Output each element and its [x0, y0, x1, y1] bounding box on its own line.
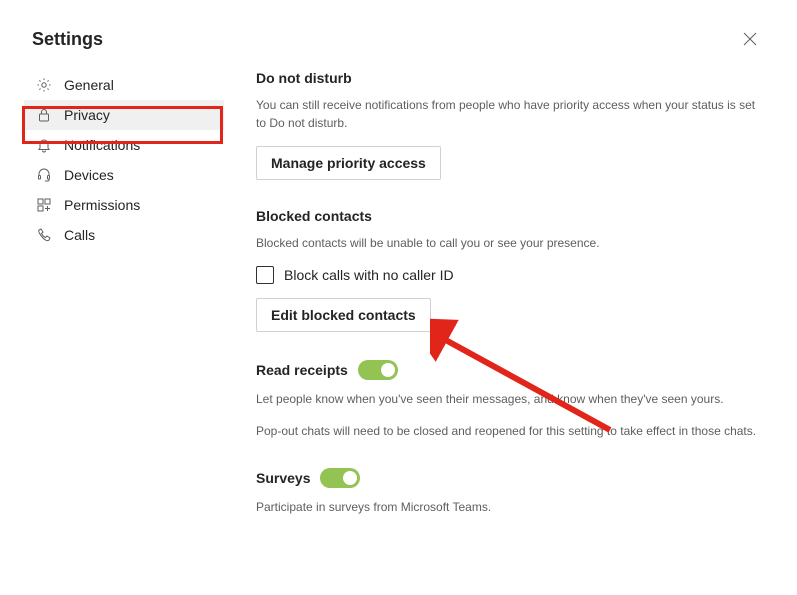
section-title-read-receipts-label: Read receipts: [256, 362, 348, 378]
section-desc-read-receipts: Let people know when you've seen their m…: [256, 390, 757, 408]
section-desc-dnd: You can still receive notifications from…: [256, 96, 757, 132]
close-button[interactable]: [735, 28, 765, 50]
sidebar-item-calls[interactable]: Calls: [24, 220, 224, 250]
lock-icon: [36, 107, 52, 123]
page-title: Settings: [32, 29, 103, 50]
section-title-dnd: Do not disturb: [256, 70, 757, 86]
sidebar-item-notifications[interactable]: Notifications: [24, 130, 224, 160]
manage-priority-button[interactable]: Manage priority access: [256, 146, 441, 180]
sidebar-item-label: Privacy: [64, 107, 110, 123]
section-dnd: Do not disturb You can still receive not…: [256, 70, 757, 180]
gear-icon: [36, 77, 52, 93]
edit-blocked-button[interactable]: Edit blocked contacts: [256, 298, 431, 332]
section-title-read-receipts: Read receipts: [256, 360, 757, 380]
section-desc2-read-receipts: Pop-out chats will need to be closed and…: [256, 422, 757, 440]
sidebar-item-label: Permissions: [64, 197, 140, 213]
section-blocked: Blocked contacts Blocked contacts will b…: [256, 208, 757, 332]
headset-icon: [36, 167, 52, 183]
section-desc-blocked: Blocked contacts will be unable to call …: [256, 234, 757, 252]
section-desc-surveys: Participate in surveys from Microsoft Te…: [256, 498, 757, 516]
header: Settings: [0, 0, 797, 70]
sidebar-item-label: Devices: [64, 167, 114, 183]
sidebar-item-label: General: [64, 77, 114, 93]
read-receipts-toggle[interactable]: [358, 360, 398, 380]
block-no-caller-id-row[interactable]: Block calls with no caller ID: [256, 266, 757, 284]
block-no-caller-id-label: Block calls with no caller ID: [284, 267, 454, 283]
section-title-surveys-label: Surveys: [256, 470, 310, 486]
sidebar-item-label: Calls: [64, 227, 95, 243]
section-title-surveys: Surveys: [256, 468, 757, 488]
content-panel: Do not disturb You can still receive not…: [224, 70, 797, 568]
section-surveys: Surveys Participate in surveys from Micr…: [256, 468, 757, 516]
sidebar-item-label: Notifications: [64, 137, 140, 153]
sidebar-item-devices[interactable]: Devices: [24, 160, 224, 190]
surveys-toggle[interactable]: [320, 468, 360, 488]
block-no-caller-id-checkbox[interactable]: [256, 266, 274, 284]
settings-body: General Privacy Notifications: [0, 70, 797, 568]
sidebar-item-permissions[interactable]: Permissions: [24, 190, 224, 220]
sidebar-item-general[interactable]: General: [24, 70, 224, 100]
apps-icon: [36, 197, 52, 213]
phone-icon: [36, 227, 52, 243]
sidebar: General Privacy Notifications: [24, 70, 224, 568]
bell-icon: [36, 137, 52, 153]
section-title-blocked: Blocked contacts: [256, 208, 757, 224]
sidebar-item-privacy[interactable]: Privacy: [24, 100, 224, 130]
section-read-receipts: Read receipts Let people know when you'v…: [256, 360, 757, 440]
close-icon: [743, 32, 757, 46]
